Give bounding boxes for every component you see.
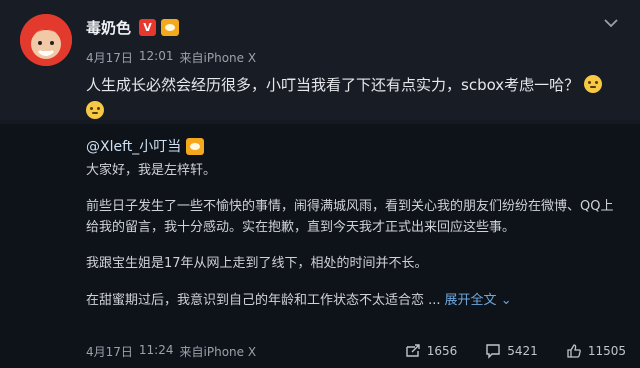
- like-icon: [567, 344, 581, 358]
- post-body: 人生成长必然会经历很多，小叮当我看了下还有点实力，scbox考虑一哈？: [86, 76, 580, 94]
- comment-button[interactable]: 5421: [485, 343, 538, 359]
- post-time: 12:01: [138, 49, 174, 63]
- reposted-content[interactable]: @Xleft_小叮当 大家好，我是左梓轩。 前些日子发生了一些不愉快的事情，闹得…: [0, 124, 640, 368]
- post-source[interactable]: iPhone X: [204, 51, 257, 65]
- repost-meta: 4月17日 11:24 来自iPhone X: [86, 343, 256, 360]
- repost-paragraph: 大家好，我是左梓轩。: [86, 163, 217, 178]
- post-meta: 4月17日 12:01 来自iPhone X: [86, 49, 256, 66]
- dizzy-face-emoji-icon: [86, 101, 104, 119]
- comment-icon: [486, 344, 500, 359]
- repost-icon: [406, 344, 420, 357]
- avatar[interactable]: [20, 14, 72, 66]
- repost-time: 11:24: [138, 342, 174, 357]
- repost-paragraph-last: 在甜蜜期过后，我意识到自己的年龄和工作状态不太适合恋 ... 展开全文 ⌄: [86, 290, 626, 311]
- dizzy-face-emoji-icon: [583, 75, 602, 93]
- author-row: 毒奶色 V: [86, 17, 180, 38]
- repost-author-name[interactable]: @Xleft_小叮当: [86, 136, 181, 156]
- comment-count: 5421: [507, 344, 538, 358]
- repost-paragraph: 我跟宝生姐是17年从网上走到了线下，相处的时间并不长。: [86, 256, 428, 271]
- repost-date: 4月17日: [86, 344, 133, 359]
- member-crown-icon: [186, 137, 205, 155]
- like-button[interactable]: 11505: [566, 343, 626, 359]
- repost-body: 大家好，我是左梓轩。 前些日子发生了一些不愉快的事情，闹得满城风雨，看到关心我的…: [86, 160, 626, 326]
- vip-badge-icon: V: [139, 19, 157, 36]
- chevron-down-icon[interactable]: [600, 12, 622, 34]
- expand-full-text-link[interactable]: 展开全文 ⌄: [445, 293, 512, 308]
- repost-paragraph: 在甜蜜期过后，我意识到自己的年龄和工作状态不太适合恋 ...: [86, 293, 441, 308]
- author-name[interactable]: 毒奶色: [86, 17, 131, 38]
- chevron-down-icon: ⌄: [500, 293, 512, 308]
- post-source-prefix: 来自: [179, 51, 204, 65]
- member-crown-icon: [161, 19, 180, 36]
- repost-paragraph: 前些日子发生了一些不愉快的事情，闹得满城风雨，看到关心我的朋友们纷纷在微博、QQ…: [86, 199, 614, 235]
- like-count: 11505: [587, 344, 626, 358]
- repost-source-prefix: 来自: [179, 344, 204, 359]
- main-post: 毒奶色 V 4月17日 12:01 来自iPhone X 人生成长必然会经历很多…: [0, 0, 640, 145]
- repost-button[interactable]: 1656: [405, 343, 458, 359]
- action-bar: 1656 5421 11505: [405, 343, 626, 359]
- repost-author-row: @Xleft_小叮当: [86, 136, 205, 156]
- avatar-image: [20, 14, 72, 66]
- repost-footer: 4月17日 11:24 来自iPhone X 1656 5421 11505: [86, 340, 626, 362]
- post-date: 4月17日: [86, 51, 133, 65]
- repost-source[interactable]: iPhone X: [204, 345, 257, 359]
- repost-count: 1656: [426, 344, 458, 358]
